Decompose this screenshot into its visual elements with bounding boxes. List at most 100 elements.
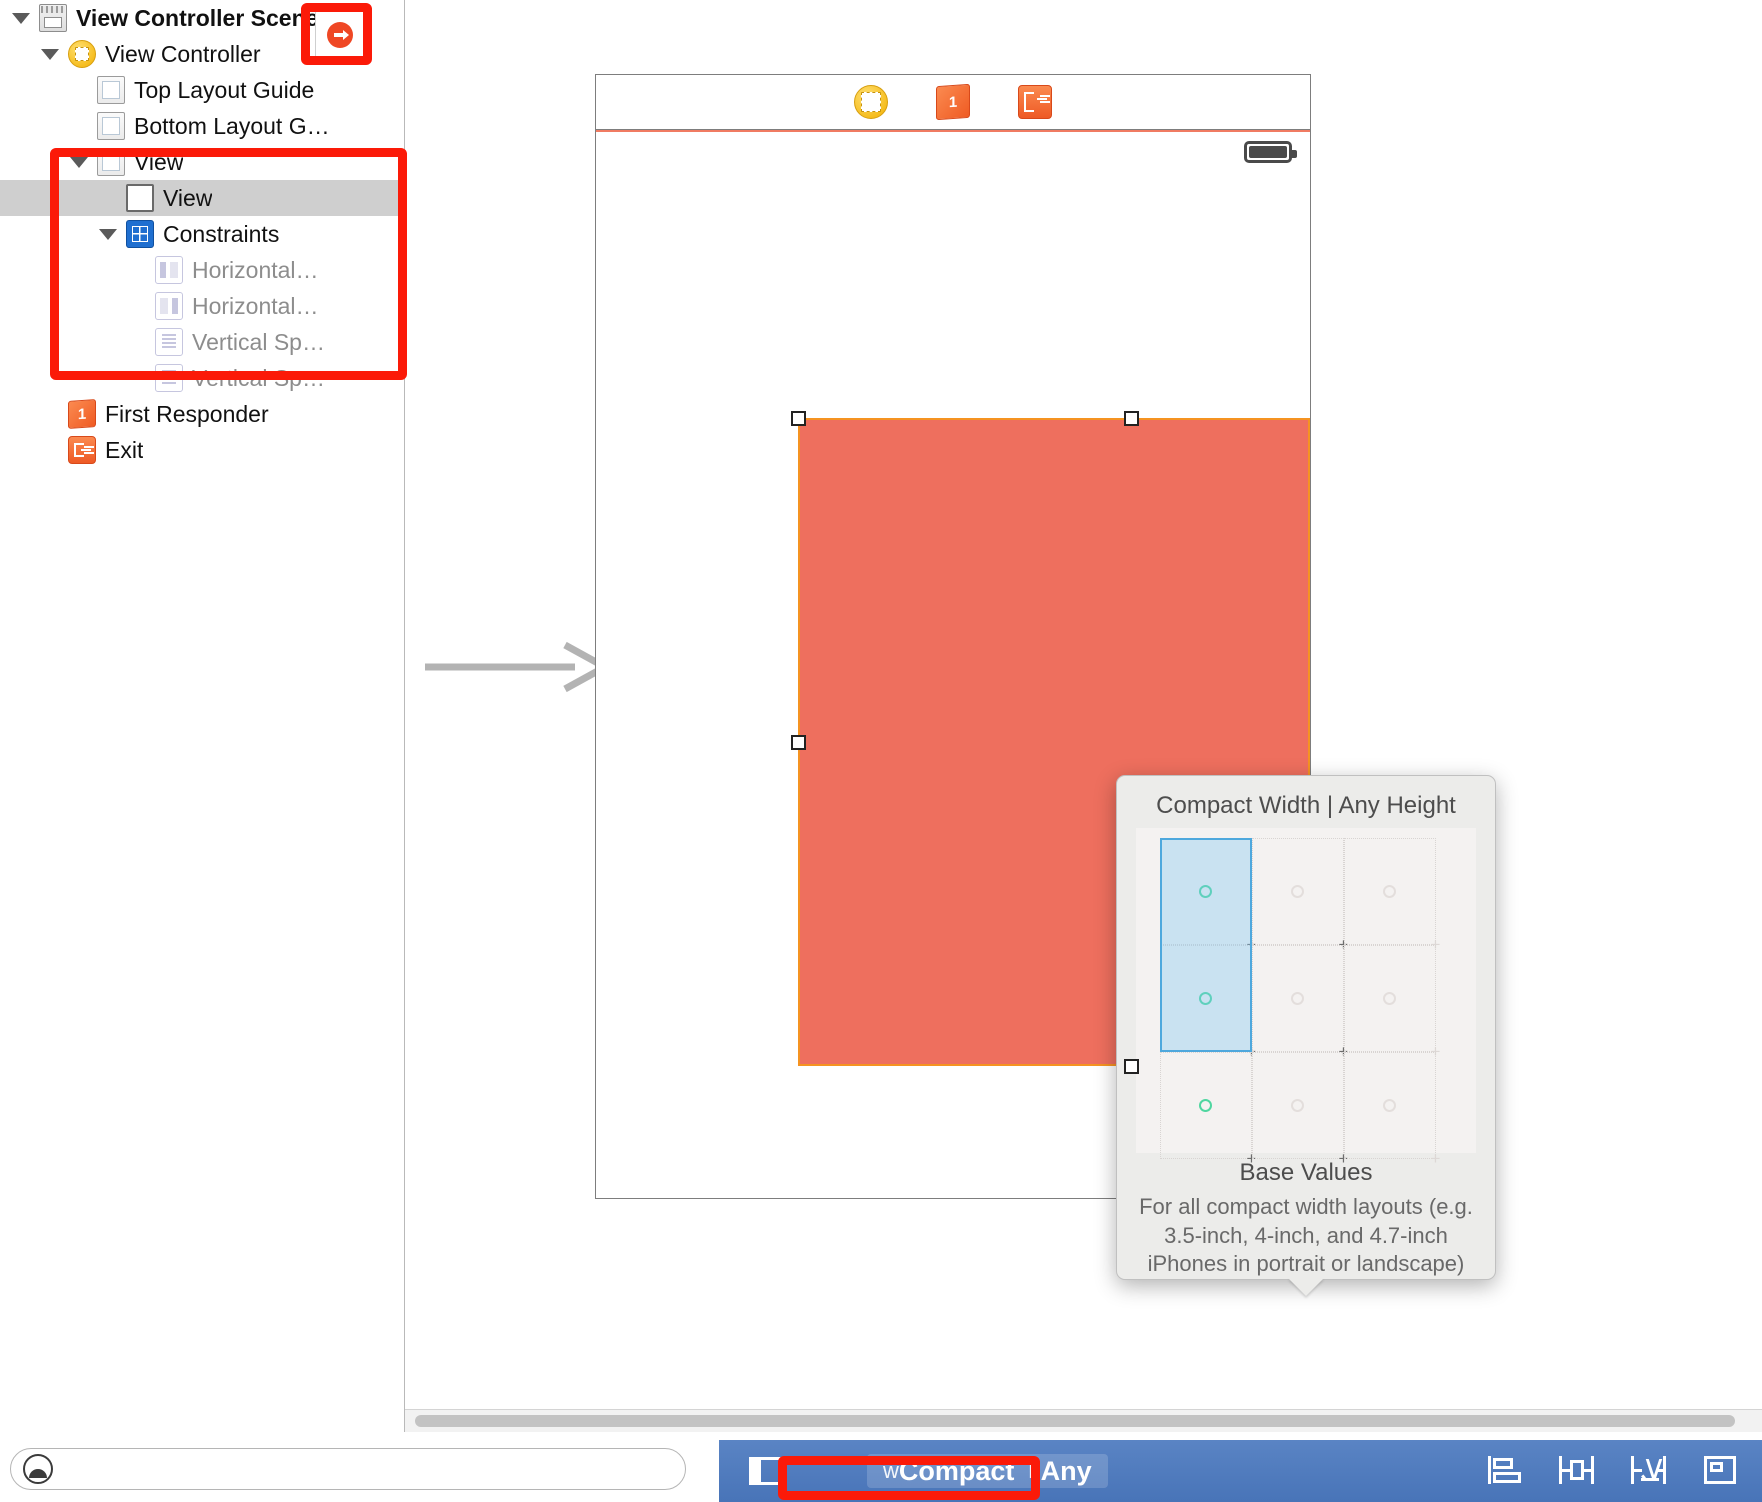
xcode-interface-builder-window: View Controller Scene View Controller Top … bbox=[0, 0, 1762, 1502]
view-plain-icon bbox=[126, 184, 154, 212]
document-outline-panel[interactable]: View Controller Scene View Controller Top … bbox=[0, 0, 405, 1432]
size-class-grid-crosshair: + bbox=[1429, 1152, 1442, 1165]
auto-layout-tools[interactable] bbox=[1486, 1454, 1740, 1486]
interface-builder-status-bar: wCompact hAny bbox=[719, 1440, 1762, 1502]
disclosure-spacer bbox=[128, 337, 146, 348]
disclosure-spacer bbox=[99, 193, 117, 204]
outline-row[interactable]: Vertical Sp… bbox=[0, 360, 404, 396]
popover-tail bbox=[1288, 1278, 1324, 1296]
disclosure-spacer bbox=[70, 85, 88, 96]
bottom-bar: wCompact hAny bbox=[0, 1432, 1762, 1502]
disclosure-spacer bbox=[41, 409, 59, 420]
status-bar-guide bbox=[596, 130, 1310, 132]
size-class-button[interactable]: wCompact hAny bbox=[867, 1454, 1108, 1488]
resize-handle-top-center[interactable] bbox=[1124, 411, 1139, 426]
outline-row-label: Top Layout Guide bbox=[134, 77, 314, 104]
resolve-auto-layout-issues-icon[interactable] bbox=[1630, 1454, 1668, 1486]
outline-row-label: Exit bbox=[105, 437, 143, 464]
size-class-grid-dot bbox=[1383, 885, 1396, 898]
outline-row-label: View bbox=[163, 185, 212, 212]
exit-icon[interactable] bbox=[1018, 85, 1052, 119]
outline-row-label: Vertical Sp… bbox=[192, 329, 325, 356]
battery-icon bbox=[1244, 141, 1292, 163]
size-class-grid-dot bbox=[1291, 885, 1304, 898]
constraint-horizontal-trailing-icon bbox=[155, 292, 183, 320]
outline-row[interactable]: Horizontal… bbox=[0, 288, 404, 324]
align-tool-icon[interactable] bbox=[1486, 1454, 1524, 1486]
outline-row[interactable]: View bbox=[0, 144, 404, 180]
view-controller-icon[interactable] bbox=[854, 85, 888, 119]
size-class-height-prefix: h bbox=[1028, 1458, 1040, 1484]
popover-subtitle: Base Values bbox=[1240, 1159, 1373, 1187]
disclosure-triangle-icon[interactable] bbox=[12, 13, 30, 24]
size-class-grid-dot bbox=[1383, 992, 1396, 1005]
resize-handle-top-left[interactable] bbox=[791, 411, 806, 426]
outline-row[interactable]: Bottom Layout G… bbox=[0, 108, 404, 144]
outline-row-label: View bbox=[134, 149, 183, 176]
disclosure-spacer bbox=[128, 301, 146, 312]
resize-handle-bottom-center[interactable] bbox=[1124, 1059, 1139, 1074]
outline-row-label: View Controller Scene bbox=[76, 5, 318, 32]
scene-dock[interactable] bbox=[596, 75, 1310, 130]
exit-icon bbox=[68, 436, 96, 464]
size-class-grid-dot bbox=[1291, 992, 1304, 1005]
size-class-grid-selection bbox=[1160, 838, 1252, 1052]
size-class-grid-dot bbox=[1383, 1099, 1396, 1112]
resizing-behavior-icon[interactable] bbox=[1702, 1454, 1740, 1486]
disclosure-triangle-icon[interactable] bbox=[99, 229, 117, 240]
constraint-horizontal-leading-icon bbox=[155, 256, 183, 284]
disclosure-triangle-icon[interactable] bbox=[41, 49, 59, 60]
outline-row-label: Vertical Sp… bbox=[192, 365, 325, 392]
size-class-width-value: Compact bbox=[899, 1456, 1015, 1487]
layout-guide-icon bbox=[97, 76, 125, 104]
constraint-vertical-icon bbox=[155, 328, 183, 356]
popover-title: Compact Width | Any Height bbox=[1156, 792, 1456, 820]
document-outline-toggle-icon[interactable] bbox=[749, 1457, 783, 1485]
first-responder-icon bbox=[68, 399, 96, 429]
storyboard-entry-point-arrow-icon bbox=[327, 22, 353, 48]
filter-orb-icon bbox=[23, 1454, 53, 1484]
outline-row[interactable]: First Responder bbox=[0, 396, 404, 432]
disclosure-spacer bbox=[70, 121, 88, 132]
disclosure-spacer bbox=[41, 445, 59, 456]
canvas-horizontal-scrollbar-thumb[interactable] bbox=[415, 1415, 1735, 1427]
popover-description: For all compact width layouts (e.g. 3.5-… bbox=[1117, 1193, 1495, 1279]
constraints-icon bbox=[126, 220, 154, 248]
outline-row[interactable]: Vertical Sp… bbox=[0, 324, 404, 360]
outline-row-label: Horizontal… bbox=[192, 293, 319, 320]
size-class-height-value: Any bbox=[1041, 1456, 1092, 1487]
constraint-vertical-icon bbox=[155, 364, 183, 392]
filter-input[interactable] bbox=[63, 1456, 685, 1482]
outline-row[interactable]: View bbox=[0, 180, 404, 216]
size-class-grid[interactable]: +++++++++ bbox=[1136, 828, 1476, 1153]
size-class-grid-dot bbox=[1199, 1099, 1212, 1112]
storyboard-canvas[interactable]: Compact Width | Any Height +++++++++ Bas… bbox=[405, 0, 1762, 1432]
outline-tree[interactable]: View Controller Scene View Controller Top … bbox=[0, 0, 404, 468]
entry-point-arrow-icon bbox=[425, 640, 610, 695]
outline-row-label: First Responder bbox=[105, 401, 269, 428]
outline-row[interactable]: Constraints bbox=[0, 216, 404, 252]
view-controller-icon bbox=[68, 40, 96, 68]
canvas-horizontal-scrollbar[interactable] bbox=[405, 1409, 1762, 1432]
disclosure-spacer bbox=[128, 265, 146, 276]
outline-row-label: Horizontal… bbox=[192, 257, 319, 284]
size-class-popover[interactable]: Compact Width | Any Height +++++++++ Bas… bbox=[1116, 775, 1496, 1280]
size-class-width-prefix: w bbox=[883, 1458, 899, 1484]
scene-icon bbox=[39, 4, 67, 32]
first-responder-icon[interactable] bbox=[936, 84, 970, 120]
outline-row-label: Bottom Layout G… bbox=[134, 113, 330, 140]
resize-handle-middle-left[interactable] bbox=[791, 735, 806, 750]
outline-row[interactable]: Top Layout Guide bbox=[0, 72, 404, 108]
outline-row[interactable]: Horizontal… bbox=[0, 252, 404, 288]
size-class-grid-dot bbox=[1291, 1099, 1304, 1112]
layout-guide-icon bbox=[97, 112, 125, 140]
outline-filter-field[interactable] bbox=[10, 1448, 686, 1490]
view-icon bbox=[97, 148, 125, 176]
storyboard-entry-point-badge[interactable] bbox=[315, 10, 365, 60]
disclosure-triangle-icon[interactable] bbox=[70, 157, 88, 168]
disclosure-spacer bbox=[128, 373, 146, 384]
outline-row-label: Constraints bbox=[163, 221, 279, 248]
outline-row-label: View Controller bbox=[105, 41, 261, 68]
pin-tool-icon[interactable] bbox=[1558, 1454, 1596, 1486]
outline-row[interactable]: Exit bbox=[0, 432, 404, 468]
